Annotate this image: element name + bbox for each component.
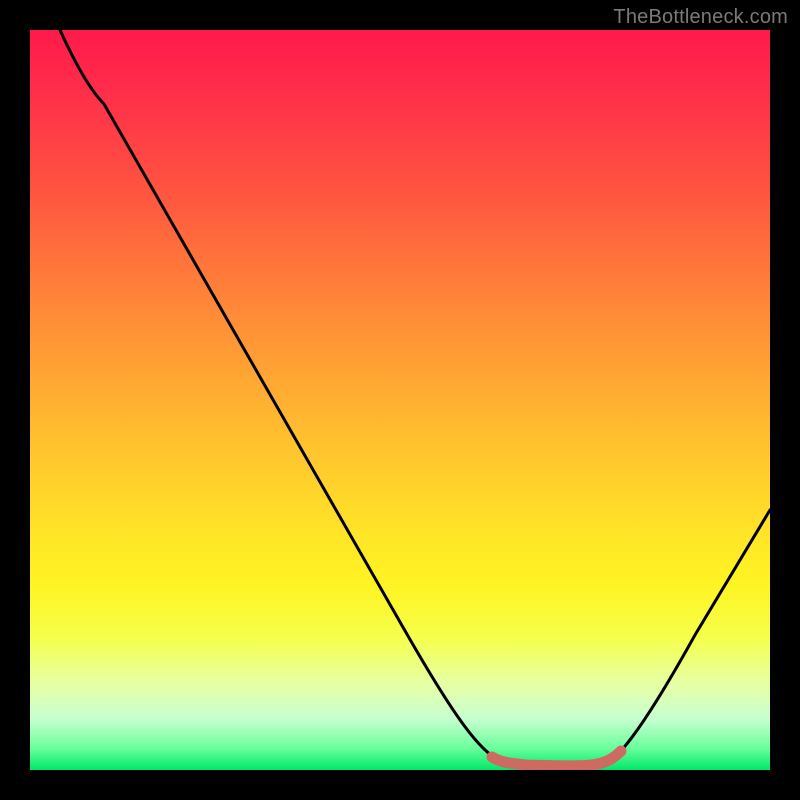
bottleneck-curve [30, 30, 770, 770]
watermark-text: TheBottleneck.com [613, 6, 788, 29]
main-curve-line [60, 30, 770, 766]
highlight-segment [492, 751, 621, 766]
plot-area [30, 30, 770, 770]
chart-frame: TheBottleneck.com [0, 0, 800, 800]
